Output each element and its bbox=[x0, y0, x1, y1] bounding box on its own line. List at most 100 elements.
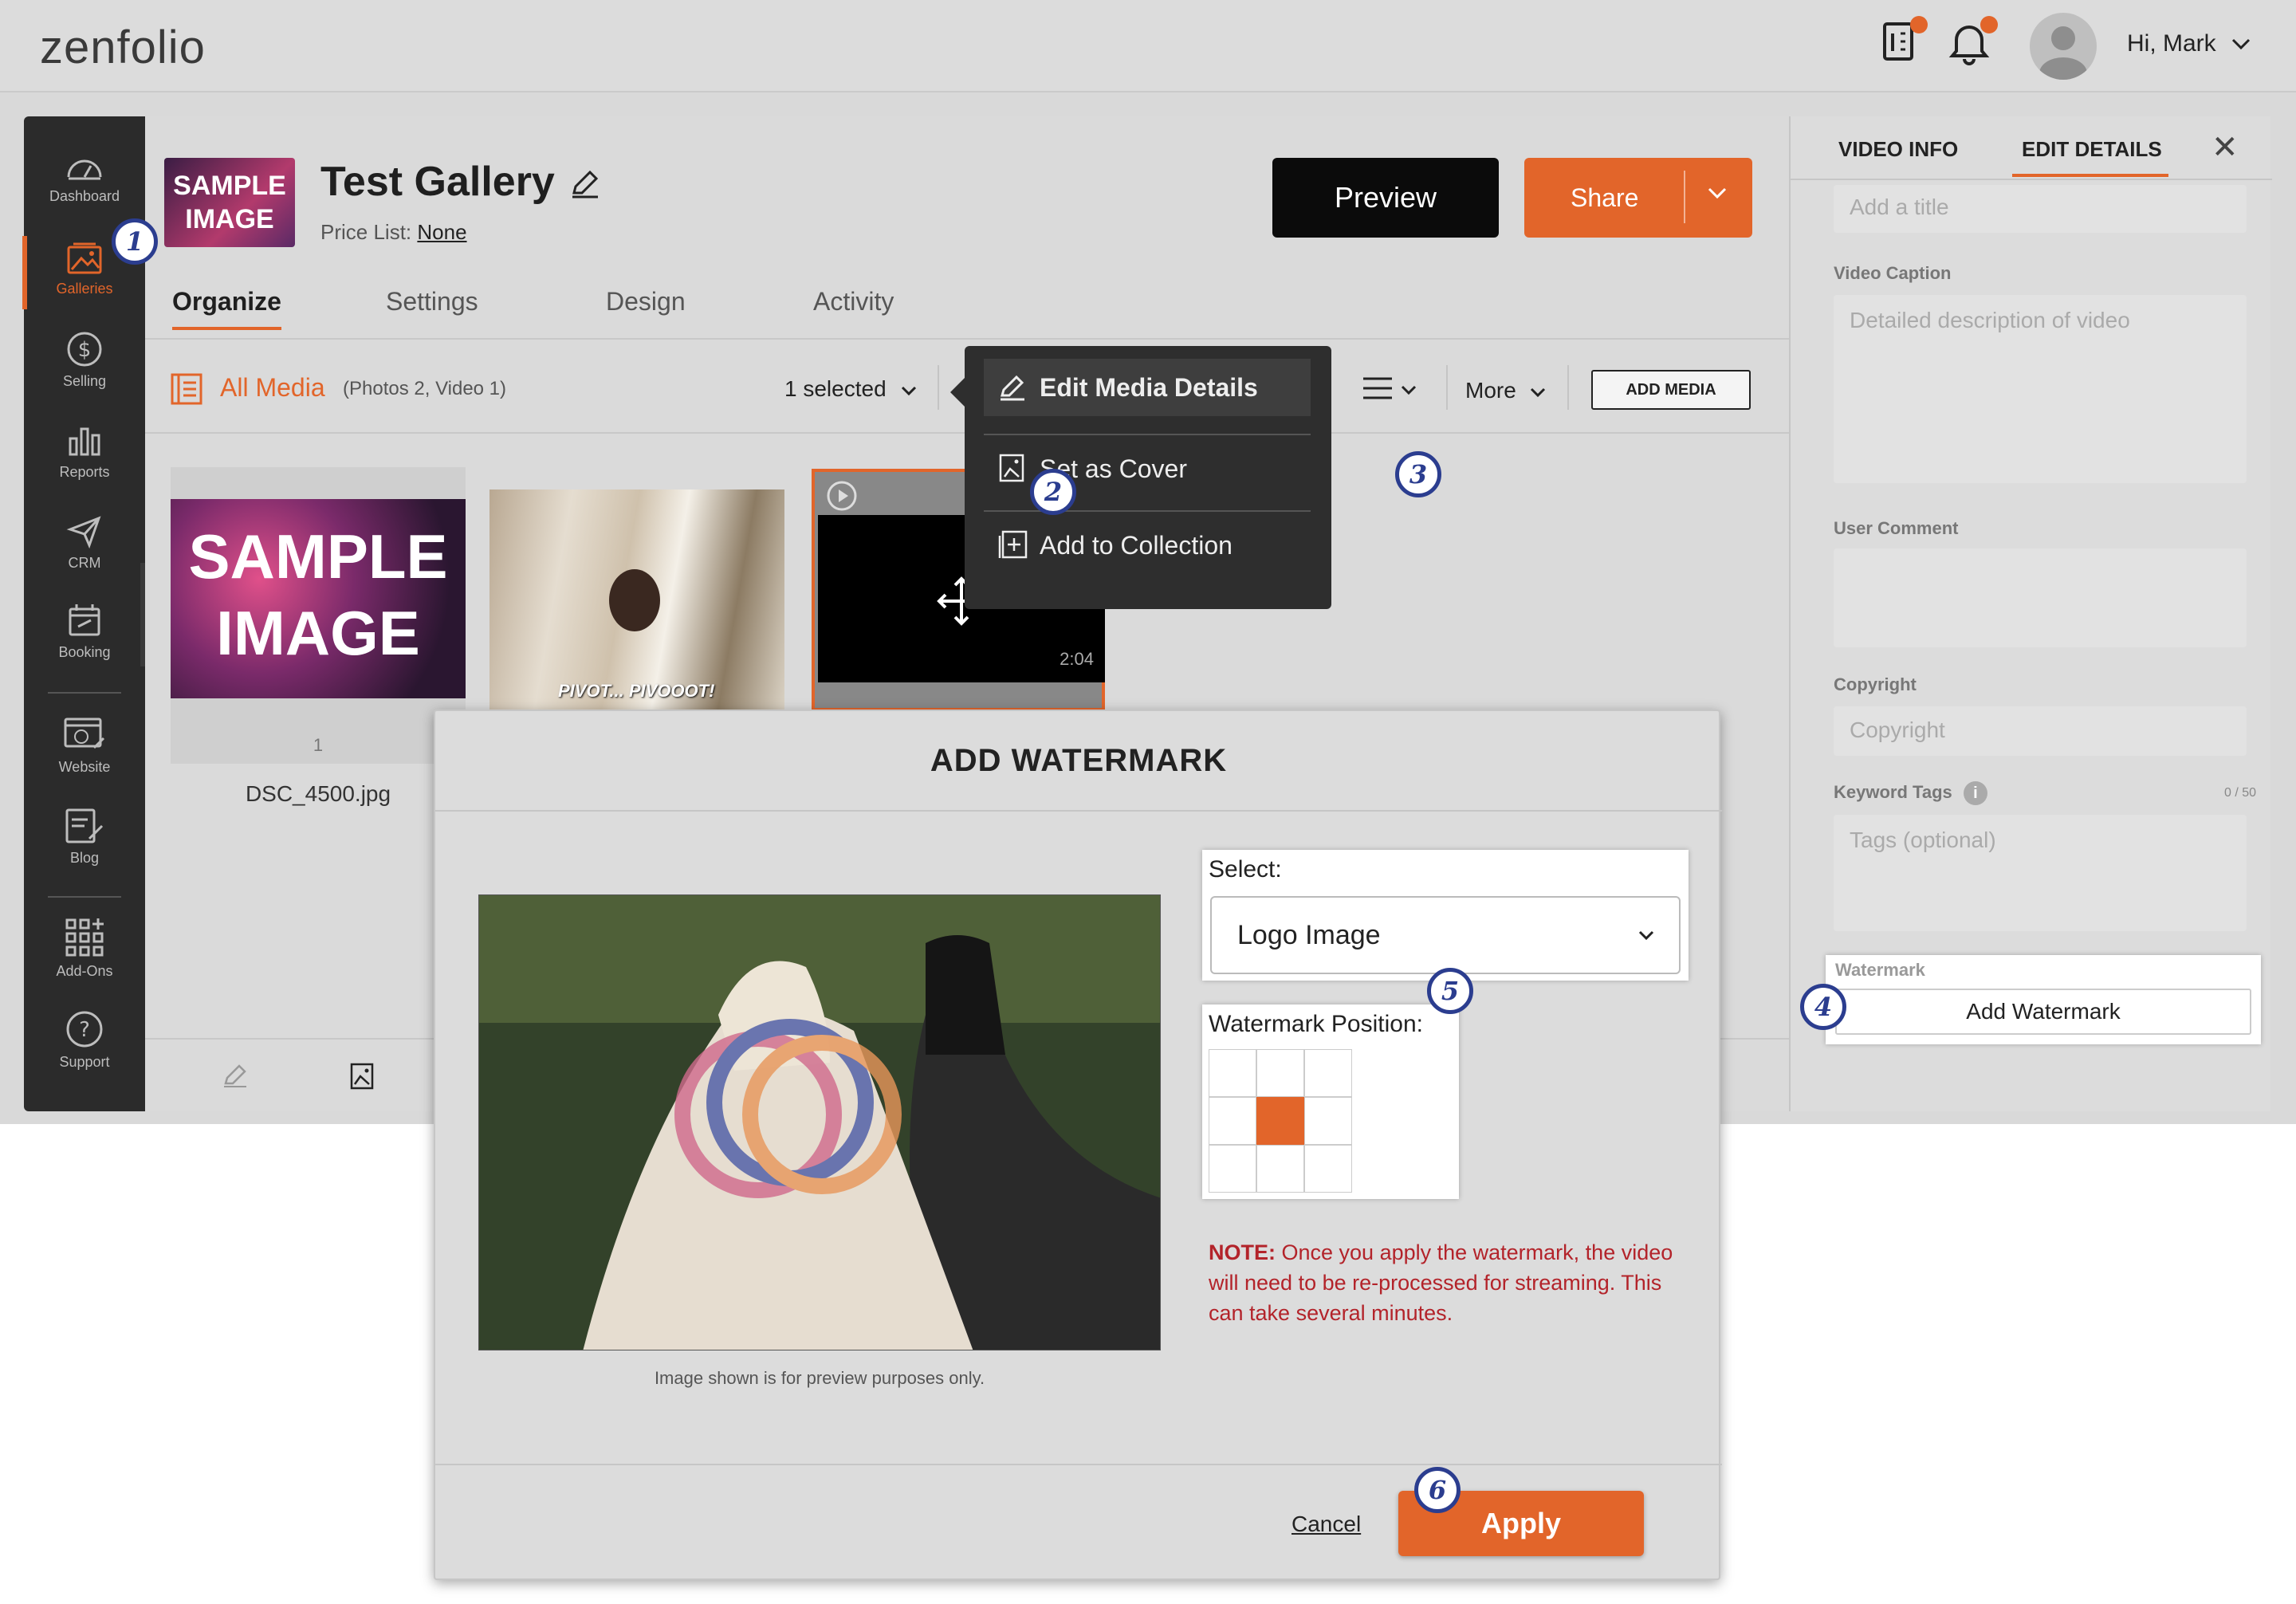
add-watermark-button[interactable]: Add Watermark bbox=[1835, 989, 2251, 1035]
svg-text:?: ? bbox=[79, 1018, 90, 1042]
nav-selling[interactable]: $ Selling bbox=[24, 330, 145, 410]
title-input[interactable]: Add a title bbox=[1834, 185, 2247, 233]
info-icon[interactable]: i bbox=[1963, 781, 1987, 805]
menu-item-add-to-collection[interactable]: Add to Collection bbox=[984, 517, 1311, 574]
nav-label: Galleries bbox=[56, 281, 113, 297]
reprocess-note: NOTE: Once you apply the watermark, the … bbox=[1209, 1237, 1679, 1328]
close-panel-button[interactable]: ✕ bbox=[2211, 129, 2239, 166]
position-cell-r2c2[interactable] bbox=[1256, 1097, 1304, 1145]
nav-support[interactable]: ? Support bbox=[24, 1009, 145, 1089]
chevron-down-icon bbox=[1530, 387, 1545, 398]
avatar[interactable] bbox=[2030, 13, 2097, 80]
nav-divider bbox=[48, 692, 121, 694]
nav-label: Add-Ons bbox=[56, 963, 113, 979]
position-cell-r1c3[interactable] bbox=[1304, 1049, 1352, 1097]
note-text: Once you apply the watermark, the video … bbox=[1209, 1240, 1673, 1325]
preview-button[interactable]: Preview bbox=[1272, 158, 1499, 238]
tags-input[interactable]: Tags (optional) bbox=[1834, 815, 2247, 931]
share-divider bbox=[1684, 171, 1685, 223]
watermark-select-dropdown[interactable]: Logo Image bbox=[1210, 896, 1681, 974]
nav-website[interactable]: Website bbox=[24, 716, 145, 796]
chevron-down-icon bbox=[1638, 930, 1654, 941]
media-tile-photo-2[interactable]: PIVOT... PIVOOOT! bbox=[489, 489, 784, 713]
position-grid bbox=[1209, 1049, 1352, 1193]
keyword-tags-text: Keyword Tags bbox=[1834, 781, 1952, 802]
cancel-button[interactable]: Cancel bbox=[1292, 1512, 1361, 1537]
user-comment-label: User Comment bbox=[1834, 518, 1959, 538]
selected-watermark: Logo Image bbox=[1237, 919, 1381, 950]
reports-icon bbox=[69, 427, 100, 456]
keyword-tags-label: Keyword Tags i bbox=[1834, 781, 1987, 805]
nav-blog[interactable]: Blog bbox=[24, 807, 145, 887]
add-media-button[interactable]: ADD MEDIA bbox=[1591, 370, 1751, 410]
nav-crm[interactable]: CRM bbox=[24, 512, 145, 592]
position-cell-r3c3[interactable] bbox=[1304, 1145, 1352, 1193]
thumb-text: IMAGE bbox=[185, 204, 274, 234]
sample-text: SAMPLE bbox=[188, 521, 448, 592]
copyright-input[interactable]: Copyright bbox=[1834, 706, 2247, 756]
cover-image-icon bbox=[999, 454, 1024, 482]
watermark-position-panel: Watermark Position: bbox=[1202, 1004, 1459, 1199]
image-icon[interactable] bbox=[349, 1062, 375, 1091]
step-marker-6: 6 bbox=[1414, 1467, 1461, 1513]
tab-video-info[interactable]: VIDEO INFO bbox=[1838, 137, 1958, 162]
position-cell-r3c2[interactable] bbox=[1256, 1145, 1304, 1193]
position-cell-r2c1[interactable] bbox=[1209, 1097, 1256, 1145]
tab-design[interactable]: Design bbox=[606, 287, 686, 316]
all-media-link[interactable]: All Media bbox=[220, 373, 325, 403]
tab-edit-details[interactable]: EDIT DETAILS bbox=[2012, 137, 2168, 177]
grid-icon bbox=[65, 918, 104, 957]
svg-text:$: $ bbox=[78, 338, 92, 362]
nav-label: Blog bbox=[69, 850, 100, 866]
more-menu[interactable]: More bbox=[1465, 378, 1547, 403]
position-cell-r3c1[interactable] bbox=[1209, 1145, 1256, 1193]
watermark-section: Watermark Add Watermark bbox=[1826, 955, 2261, 1044]
video-details-panel: VIDEO INFO EDIT DETAILS ✕ Add a title Vi… bbox=[1789, 116, 2272, 1111]
toolbar-divider bbox=[1446, 365, 1448, 410]
tab-activity[interactable]: Activity bbox=[813, 287, 894, 316]
nav-booking[interactable]: Booking bbox=[24, 601, 145, 681]
position-cell-r1c1[interactable] bbox=[1209, 1049, 1256, 1097]
edit-title-button[interactable] bbox=[569, 167, 601, 203]
video-caption-input[interactable]: Detailed description of video bbox=[1834, 295, 2247, 483]
thumb-text: SAMPLE bbox=[173, 171, 286, 201]
nav-addons[interactable]: Add-Ons bbox=[24, 917, 145, 997]
share-dropdown-chevron-icon[interactable] bbox=[1706, 185, 1728, 201]
media-counts: (Photos 2, Video 1) bbox=[343, 378, 507, 399]
website-icon bbox=[64, 717, 105, 749]
watermark-label: Watermark bbox=[1835, 960, 1925, 980]
preview-caption: Image shown is for preview purposes only… bbox=[654, 1368, 985, 1388]
send-icon bbox=[66, 516, 101, 549]
nav-reports[interactable]: Reports bbox=[24, 421, 145, 501]
menu-item-label: Add to Collection bbox=[1040, 531, 1233, 560]
tab-organize[interactable]: Organize bbox=[172, 287, 281, 330]
nav-dashboard[interactable]: Dashboard bbox=[24, 148, 145, 228]
side-navigation: Dashboard Galleries $ Selling Reports CR… bbox=[22, 116, 145, 1111]
price-list-link[interactable]: None bbox=[417, 220, 466, 244]
user-comment-input[interactable] bbox=[1834, 548, 2247, 647]
zenfolio-logo[interactable]: zenfolio bbox=[40, 21, 206, 74]
tab-settings[interactable]: Settings bbox=[386, 287, 478, 316]
user-menu[interactable]: Hi, Mark bbox=[2127, 30, 2251, 57]
question-icon: ? bbox=[66, 1011, 103, 1048]
panel-divider bbox=[1791, 179, 2272, 180]
nav-label: Support bbox=[59, 1054, 110, 1070]
pencil-icon[interactable] bbox=[222, 1062, 249, 1089]
note-prefix: NOTE: bbox=[1209, 1240, 1276, 1264]
toolbar-divider bbox=[1567, 365, 1569, 410]
menu-item-edit-media-details[interactable]: Edit Media Details bbox=[984, 359, 1311, 416]
add-collection-icon bbox=[998, 530, 1028, 559]
step-marker-2: 2 bbox=[1030, 469, 1076, 515]
position-cell-r1c2[interactable] bbox=[1256, 1049, 1304, 1097]
position-cell-r2c3[interactable] bbox=[1304, 1097, 1352, 1145]
gallery-cover-thumbnail[interactable]: SAMPLE IMAGE bbox=[164, 158, 295, 247]
pencil-icon bbox=[1001, 375, 1024, 401]
modal-footer-divider bbox=[435, 1464, 1722, 1465]
sort-menu[interactable] bbox=[1362, 375, 1417, 406]
photo-thumbnail[interactable]: SAMPLE IMAGE bbox=[171, 499, 466, 698]
blog-icon bbox=[65, 808, 104, 843]
calendar-icon bbox=[69, 604, 100, 636]
selection-dropdown[interactable]: 1 selected bbox=[784, 376, 918, 402]
nav-label: CRM bbox=[68, 555, 101, 571]
menu-pointer bbox=[950, 378, 965, 407]
